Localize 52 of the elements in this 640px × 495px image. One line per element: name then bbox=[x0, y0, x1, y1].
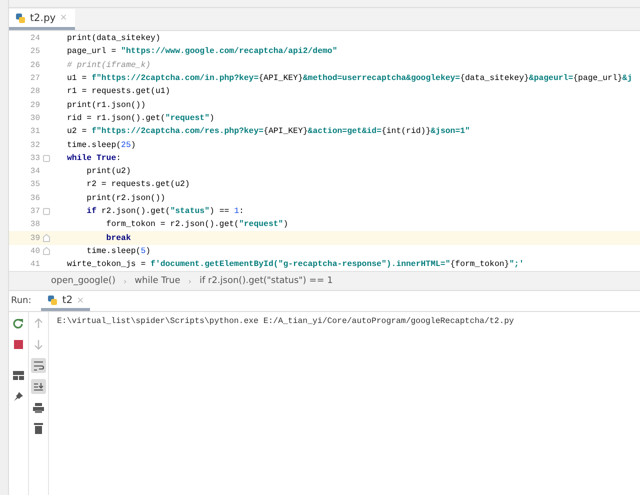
line-number: 33 bbox=[29, 154, 40, 163]
breadcrumb[interactable]: open_google() bbox=[51, 276, 116, 286]
code-line: print(r1.json()) bbox=[67, 100, 146, 110]
code-line: # print(iframe_k) bbox=[67, 60, 151, 70]
breadcrumb[interactable]: if r2.json().get("status") == 1 bbox=[199, 276, 333, 286]
line-number: 41 bbox=[29, 260, 40, 270]
line-number: 30 bbox=[29, 114, 40, 123]
line-number: 37 bbox=[29, 207, 40, 216]
code-line: u1 = f"https://2captcha.com/in.php?key={API_KEY}&method=userrecaptcha&googlekey={data_sitekey}&pageurl={page_url}&j bbox=[67, 74, 632, 84]
code-line: r2 = requests.get(u2) bbox=[86, 180, 190, 190]
code-line: form_tokon = r2.json().get("request") bbox=[105, 220, 288, 230]
rerun-icon[interactable] bbox=[11, 316, 26, 332]
editor-tab[interactable]: t2.py × bbox=[9, 9, 76, 30]
line-number: 39 bbox=[29, 234, 40, 243]
line-number: 32 bbox=[29, 140, 40, 150]
line-number: 35 bbox=[29, 180, 40, 190]
line-number: 25 bbox=[29, 47, 40, 56]
line-number: 26 bbox=[29, 60, 40, 70]
line-number: 36 bbox=[29, 194, 40, 203]
code-line: page_url = "https://www.google.com/recaptcha/api2/demo" bbox=[67, 47, 338, 56]
run-tab[interactable]: t2 × bbox=[41, 293, 90, 312]
line-number: 27 bbox=[29, 74, 40, 84]
code-line: time.sleep(25) bbox=[67, 140, 136, 150]
trash-icon[interactable] bbox=[31, 421, 46, 436]
line-number: 31 bbox=[29, 127, 40, 136]
code-line: print(r2.json()) bbox=[86, 194, 166, 203]
breadcrumb[interactable]: while True bbox=[134, 276, 180, 286]
code-line: r1 = requests.get(u1) bbox=[67, 87, 170, 96]
code-line: print(data_sitekey) bbox=[67, 34, 160, 44]
print-icon[interactable] bbox=[31, 400, 46, 416]
breadcrumb-separator: › bbox=[123, 276, 127, 286]
line-number: 34 bbox=[29, 167, 40, 176]
code-line: time.sleep(5) bbox=[86, 246, 151, 256]
breadcrumb-separator: › bbox=[188, 276, 192, 286]
python-icon bbox=[47, 295, 58, 306]
line-number: 40 bbox=[29, 246, 40, 256]
line-number: 24 bbox=[29, 34, 40, 44]
soft-wrap-icon[interactable] bbox=[31, 358, 46, 374]
line-number: 28 bbox=[29, 87, 40, 96]
code-line: wirte_tokon_js = f'document.getElementById("g-recaptcha-response").innerHTML="{form_tokon}";' bbox=[67, 260, 524, 270]
python-file-icon bbox=[15, 12, 26, 24]
code-line: if r2.json().get("status") == 1: bbox=[86, 207, 244, 216]
code-line: u2 = f"https://2captcha.com/res.php?key={API_KEY}&action=get&id={int(rid)}&json=1" bbox=[67, 127, 470, 136]
line-number: 29 bbox=[29, 100, 40, 110]
line-number: 38 bbox=[29, 220, 40, 230]
console-output: E:\virtual_list\spider\Scripts\python.exe E:/A_tian_yi/Core/autoProgram/googleRecaptcha/t2.py bbox=[56, 316, 515, 328]
code-line: while True: bbox=[67, 154, 122, 163]
code-line: rid = r1.json().get("request") bbox=[67, 114, 214, 123]
code-line: break bbox=[105, 234, 131, 243]
run-label: Run: bbox=[11, 296, 32, 306]
code-line: print(u2) bbox=[86, 167, 131, 176]
scroll-to-end-icon[interactable] bbox=[31, 379, 46, 394]
